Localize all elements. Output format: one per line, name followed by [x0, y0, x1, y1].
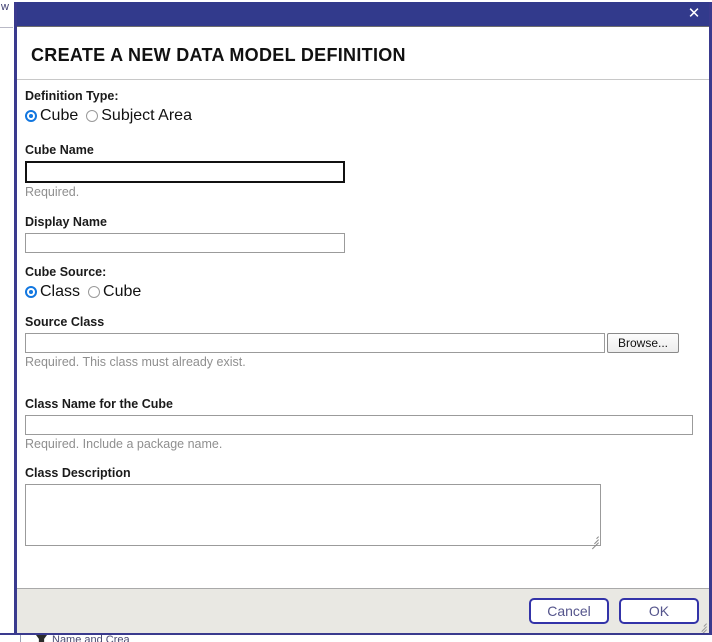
- class-name-hint: Required. Include a package name.: [25, 437, 223, 451]
- cube-name-group: Cube Name Required.: [25, 143, 709, 200]
- dialog-footer: Cancel OK: [17, 588, 709, 638]
- window-resize-grip-icon[interactable]: [697, 621, 707, 638]
- class-name-input[interactable]: [25, 415, 693, 435]
- cube-source-label: Cube Source:: [25, 265, 107, 279]
- cube-name-label: Cube Name: [25, 143, 94, 157]
- radio-selected-icon[interactable]: [25, 286, 37, 298]
- source-class-group: Source Class Browse... Required. This cl…: [25, 315, 709, 370]
- dialog-header: CREATE A NEW DATA MODEL DEFINITION: [17, 27, 709, 80]
- create-data-model-dialog: ✕ CREATE A NEW DATA MODEL DEFINITION Def…: [14, 2, 712, 638]
- radio-option-cube-source[interactable]: Cube: [88, 283, 141, 301]
- cube-source-group: Cube Source: Class Cube: [25, 265, 709, 301]
- class-name-group: Class Name for the Cube Required. Includ…: [25, 397, 709, 452]
- radio-option-class[interactable]: Class: [25, 283, 80, 301]
- background-bottom-strip: Name and Crea: [0, 633, 712, 642]
- radio-option-cube-label: Cube: [40, 107, 79, 124]
- source-class-input[interactable]: [25, 333, 605, 353]
- cube-name-hint: Required.: [25, 185, 80, 199]
- page-title: CREATE A NEW DATA MODEL DEFINITION: [31, 45, 406, 65]
- radio-option-subject-area[interactable]: Subject Area: [86, 107, 192, 125]
- screen: w ✕ CREATE A NEW DATA MODEL DEFINITION D…: [0, 0, 712, 642]
- display-name-label: Display Name: [25, 215, 107, 229]
- class-description-input[interactable]: [25, 484, 601, 546]
- class-description-wrap: [25, 484, 601, 550]
- radio-option-cube-source-label: Cube: [103, 283, 142, 300]
- background-left-text-fragment: w: [1, 1, 9, 13]
- background-bottom-tick: [20, 635, 21, 642]
- radio-selected-icon[interactable]: [25, 110, 37, 122]
- radio-unselected-icon[interactable]: [88, 286, 101, 298]
- radio-option-cube[interactable]: Cube: [25, 107, 78, 125]
- definition-type-group: Definition Type: Cube Subject Area: [25, 89, 709, 125]
- radio-option-class-label: Class: [40, 283, 81, 300]
- cube-name-input[interactable]: [25, 161, 345, 183]
- display-name-input[interactable]: [25, 233, 345, 253]
- background-divider: [0, 27, 13, 28]
- definition-type-label: Definition Type:: [25, 89, 119, 103]
- radio-unselected-icon[interactable]: [86, 110, 99, 122]
- ok-button[interactable]: OK: [619, 598, 699, 624]
- browse-button[interactable]: Browse...: [607, 333, 679, 353]
- radio-option-subject-area-label: Subject Area: [101, 107, 192, 124]
- funnel-icon: [36, 635, 47, 642]
- dialog-body: Definition Type: Cube Subject Area Cube …: [17, 80, 709, 588]
- close-icon[interactable]: ✕: [685, 4, 703, 22]
- cancel-button[interactable]: Cancel: [529, 598, 609, 624]
- display-name-group: Display Name: [25, 215, 709, 253]
- source-class-row: Browse...: [25, 333, 709, 353]
- cube-source-radio-row: Class Cube: [25, 283, 709, 301]
- source-class-label: Source Class: [25, 315, 105, 329]
- class-name-label: Class Name for the Cube: [25, 397, 173, 411]
- dialog-titlebar: ✕: [17, 2, 709, 27]
- definition-type-radio-row: Cube Subject Area: [25, 107, 709, 125]
- class-description-label: Class Description: [25, 466, 131, 480]
- class-description-group: Class Description: [25, 466, 709, 550]
- background-bottom-label: Name and Crea: [52, 635, 130, 642]
- source-class-hint: Required. This class must already exist.: [25, 355, 246, 369]
